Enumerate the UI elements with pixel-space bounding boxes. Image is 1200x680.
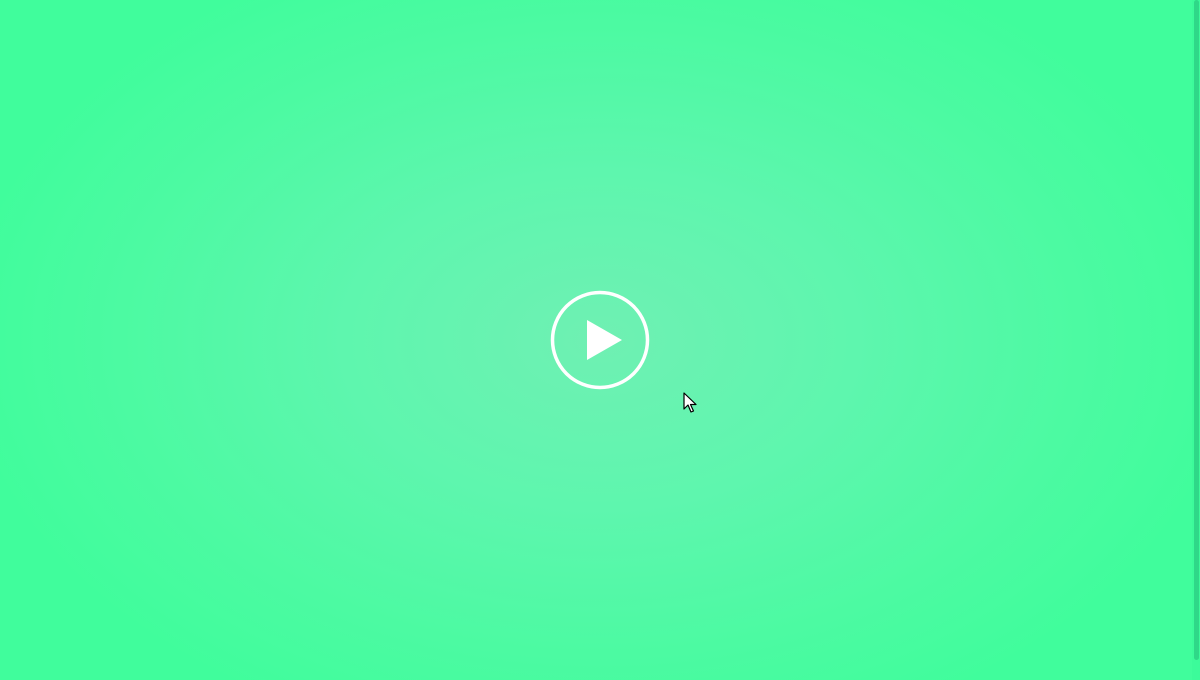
scrollbar-thumb[interactable] [1194,0,1199,660]
play-button[interactable] [550,290,650,390]
video-stage[interactable] [0,0,1200,680]
play-circle-icon [550,290,650,390]
mouse-pointer-icon [683,392,697,414]
vertical-scrollbar[interactable] [1192,0,1200,680]
